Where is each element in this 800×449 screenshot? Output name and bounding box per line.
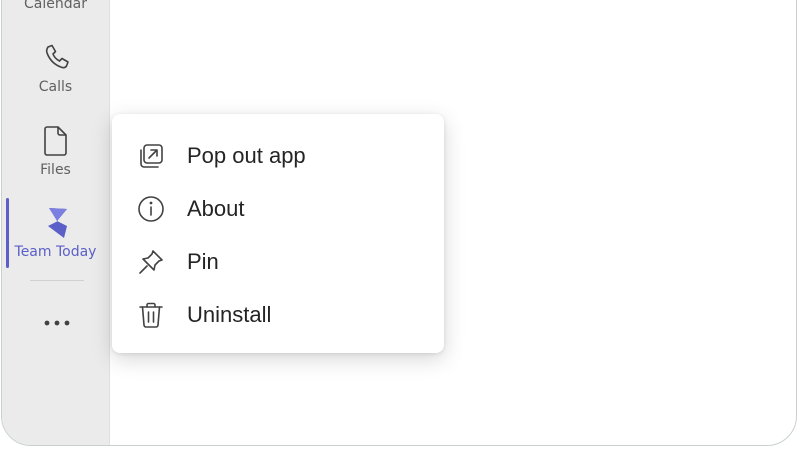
pin-icon xyxy=(139,250,163,274)
menu-item-label: About xyxy=(187,196,245,221)
info-icon xyxy=(138,196,164,222)
pop-out-icon xyxy=(140,144,163,168)
rail-item-calls[interactable]: Calls xyxy=(2,41,109,95)
menu-item-uninstall[interactable]: Uninstall xyxy=(112,291,444,339)
ellipsis-icon[interactable] xyxy=(39,311,75,335)
rail-divider xyxy=(30,280,84,281)
rail-item-calendar[interactable]: Calendar xyxy=(2,0,109,12)
menu-item-about[interactable]: About xyxy=(112,185,444,233)
rail-item-label: Calendar xyxy=(24,0,87,12)
app-window: Calendar Calls Files Team Today Pop out … xyxy=(1,0,797,446)
menu-item-label: Uninstall xyxy=(187,302,272,327)
menu-item-label: Pop out app xyxy=(187,143,306,168)
rail-item-label: Files xyxy=(40,162,71,178)
rail-item-files[interactable]: Files xyxy=(2,124,109,178)
menu-item-pin[interactable]: Pin xyxy=(112,238,444,286)
app-rail: Calendar Calls Files Team Today xyxy=(2,0,110,445)
rail-item-label: Calls xyxy=(38,79,73,95)
app-context-menu: Pop out app About Pin Uninstall xyxy=(112,114,444,353)
team-today-app-icon xyxy=(47,208,67,238)
menu-item-pop-out-app[interactable]: Pop out app xyxy=(112,132,444,180)
trash-icon xyxy=(139,302,163,328)
phone-icon xyxy=(45,44,69,69)
menu-item-label: Pin xyxy=(187,249,219,274)
rail-item-label: Team Today xyxy=(14,244,97,260)
rail-item-team-today[interactable]: Team Today xyxy=(2,206,109,260)
file-icon xyxy=(43,126,67,156)
